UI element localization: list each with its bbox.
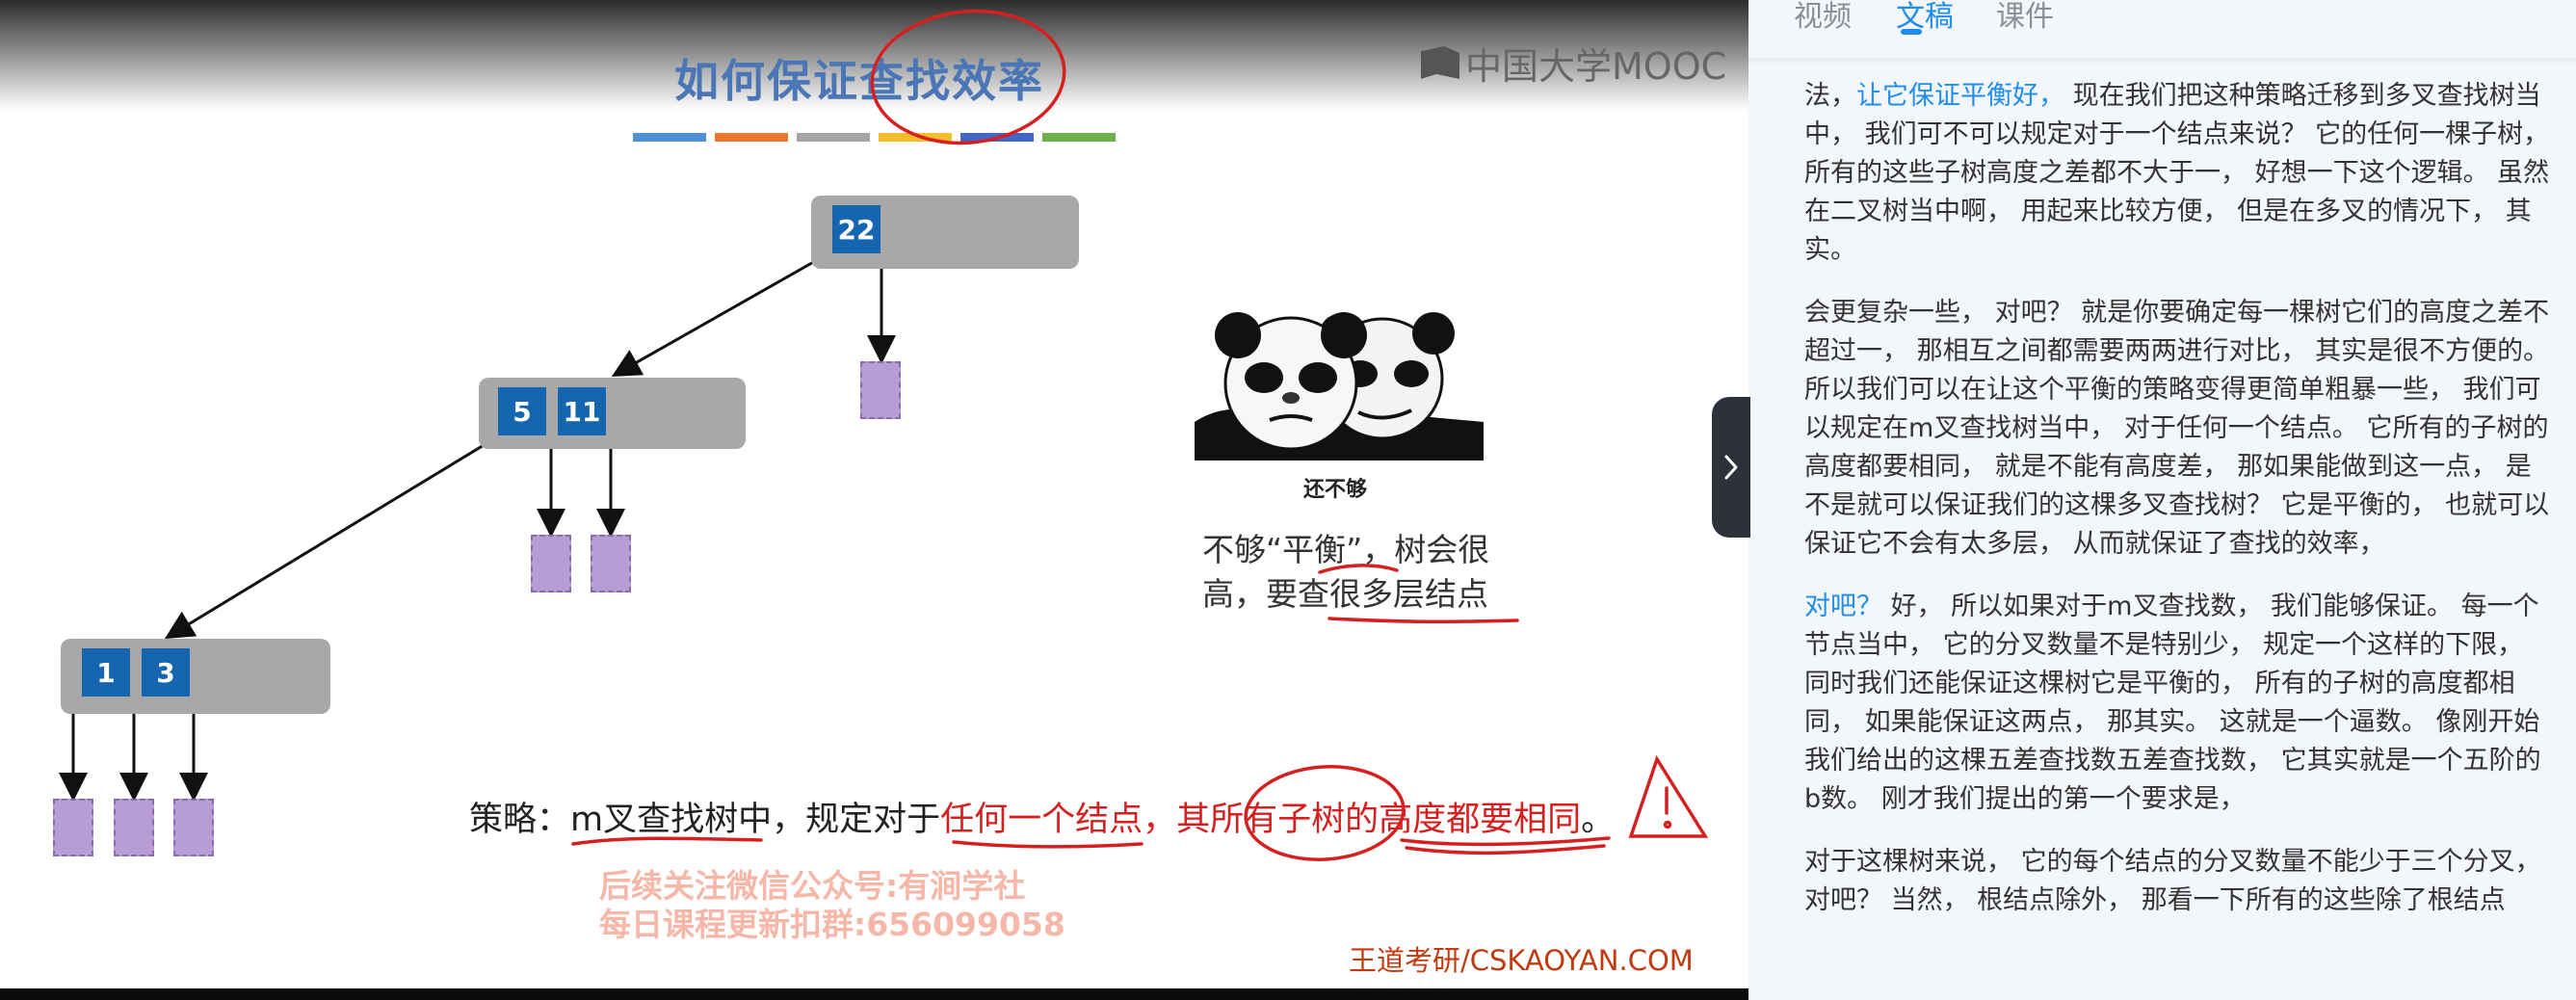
transcript-text[interactable]: 法，让它保证平衡好， 现在我们把这种策略迁移到多叉查找树当中， 我们可不可以规定… bbox=[1804, 77, 2556, 944]
node-key: 11 bbox=[558, 387, 606, 435]
leaf-null-node bbox=[531, 535, 571, 592]
transcript-text-segment: 好， 所以如果对于m叉查找数， 我们能够保证。 每一个节点当中， 它的分叉数量不… bbox=[1804, 592, 2541, 814]
leaf-null-node bbox=[173, 799, 214, 856]
node-key: 1 bbox=[82, 648, 130, 697]
strategy-part: m叉查找树中，规定对于 bbox=[570, 801, 941, 839]
leaf-null-node bbox=[591, 535, 631, 592]
collapse-panel-button[interactable] bbox=[1712, 397, 1750, 538]
active-tab-indicator bbox=[1901, 29, 1922, 35]
meme-caption: 还不够 bbox=[1303, 478, 1368, 502]
note-line: 高，要查很多层结点 bbox=[1202, 575, 1488, 613]
leaf-null-node bbox=[114, 799, 154, 856]
strategy-prefix: 策略： bbox=[469, 801, 571, 839]
panel-divider bbox=[1748, 58, 2576, 66]
note-line: 不够“平衡”，树会很 bbox=[1202, 531, 1490, 568]
strategy-end: 。 bbox=[1581, 801, 1616, 839]
source-footer: 王道考研/CSKAOYAN.COM bbox=[1349, 944, 1694, 977]
tree-edges bbox=[59, 9, 1709, 861]
ad-line: 后续关注微信公众号:有涧学社 bbox=[599, 867, 1026, 905]
transcript-current-segment[interactable]: 让它保证平衡好， bbox=[1856, 81, 2064, 111]
leaf-null-node bbox=[860, 361, 901, 419]
tab-video[interactable]: 视频 bbox=[1794, 0, 1852, 35]
balance-note: 不够“平衡”，树会很 高，要查很多层结点 bbox=[1202, 528, 1489, 617]
ad-overlay: 后续关注微信公众号:有涧学社 每日课程更新扣群:656099058 bbox=[599, 867, 1065, 944]
transcript-paragraph: 对吧？ 好， 所以如果对于m叉查找数， 我们能够保证。 每一个节点当中， 它的分… bbox=[1804, 588, 2556, 819]
tree-node-left: 1 3 bbox=[61, 639, 330, 714]
node-key: 5 bbox=[498, 387, 546, 435]
strategy-text: 策略：m叉查找树中，规定对于任何一个结点，其所有子树的高度都要相同。 bbox=[469, 792, 1615, 841]
transcript-paragraph: 会更复杂一些， 对吧？ 就是你要确定每一棵树它们的高度之差不超过一， 那相互之间… bbox=[1804, 298, 2550, 559]
tab-courseware[interactable]: 课件 bbox=[1996, 0, 2054, 35]
node-key: 3 bbox=[142, 648, 190, 697]
node-key: 22 bbox=[832, 205, 881, 253]
transcript-paragraph: 法，让它保证平衡好， 现在我们把这种策略迁移到多叉查找树当中， 我们可不可以规定… bbox=[1804, 77, 2556, 270]
transcript-text-segment: 法， bbox=[1804, 81, 1856, 111]
transcript-current-segment[interactable]: 对吧？ bbox=[1804, 592, 1882, 621]
video-player[interactable]: 如何保证查找效率 中国大学MOOC 22 5 11 1 3 还不够 不够“平衡”… bbox=[0, 0, 1748, 1000]
chevron-right-icon bbox=[1724, 455, 1738, 480]
transcript-paragraph: 对于这棵树来说， 它的每个结点的分叉数量不能少于三个分叉， 对吧？ 当然， 根结… bbox=[1804, 847, 2541, 915]
tree-node-root: 22 bbox=[811, 196, 1079, 269]
tree-node-mid: 5 11 bbox=[479, 378, 746, 449]
leaf-null-node bbox=[53, 799, 93, 856]
panda-meme-image bbox=[1195, 306, 1484, 461]
strategy-highlight: 任何一个结点，其所有子树的高度都要相同 bbox=[940, 801, 1582, 839]
ad-line: 每日课程更新扣群:656099058 bbox=[599, 906, 1065, 943]
video-bottom-bar bbox=[0, 988, 1748, 1000]
